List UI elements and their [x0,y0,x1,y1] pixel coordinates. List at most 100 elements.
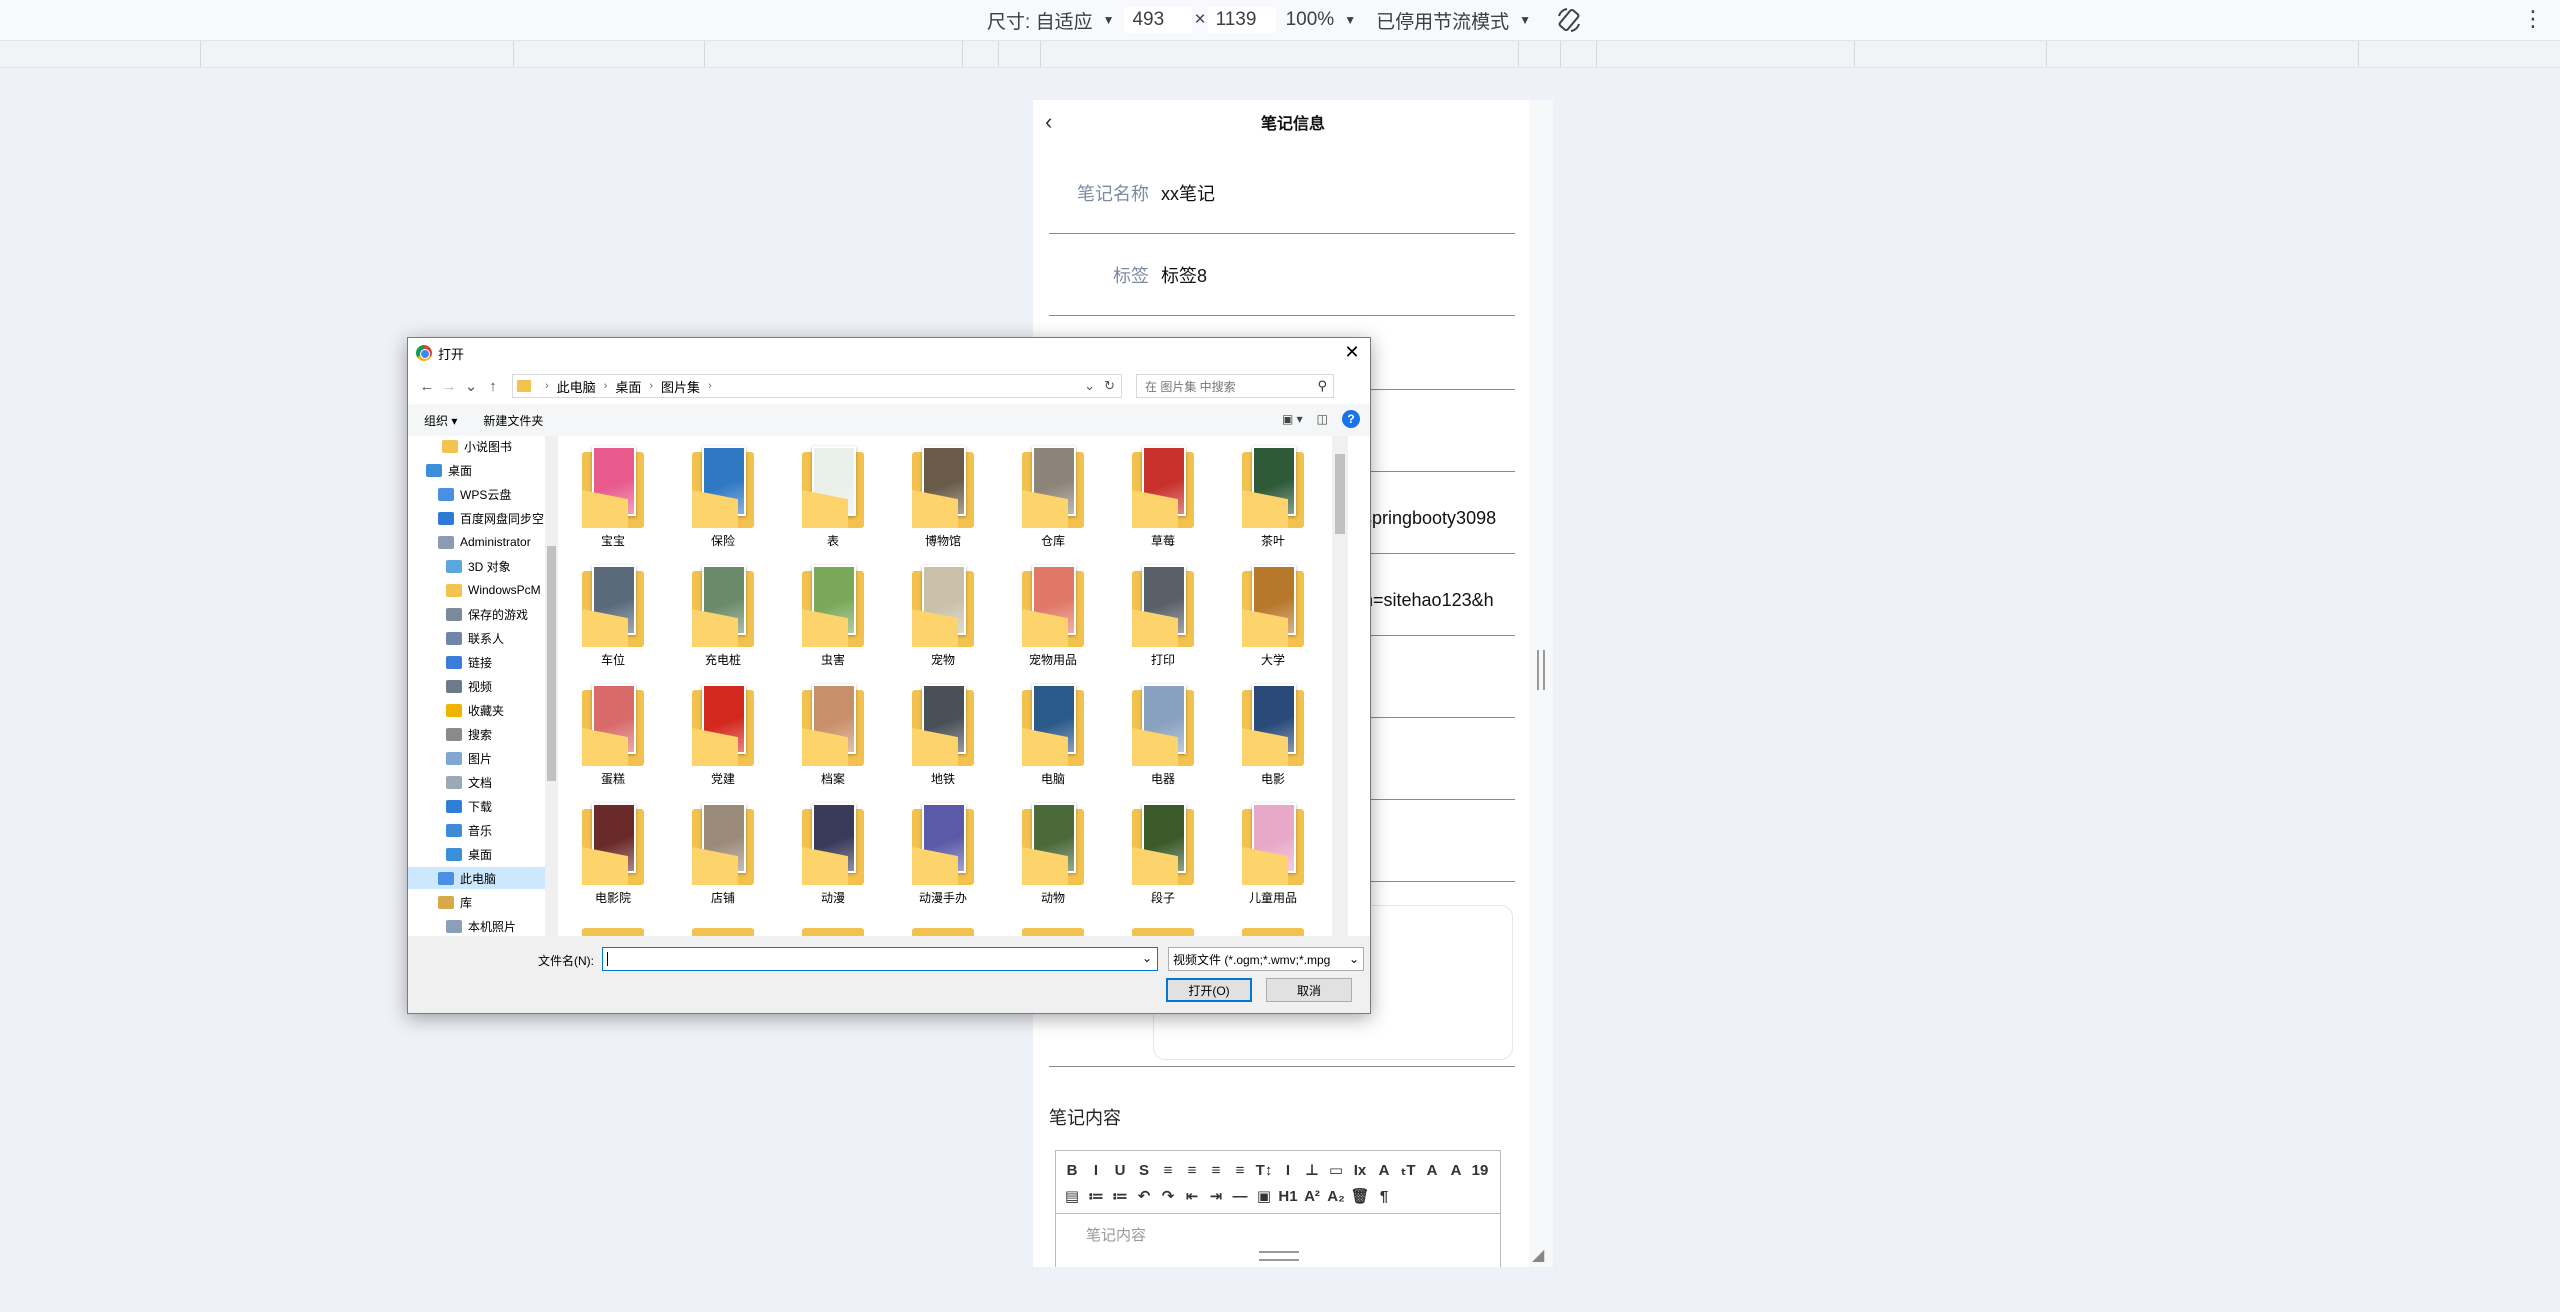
breadcrumb-item[interactable]: 此电脑 [557,377,596,396]
editor-tool-icon[interactable]: 19 [1470,1159,1490,1181]
forward-arrow-icon[interactable]: → [438,378,460,395]
folder-item[interactable] [568,912,658,936]
editor-tool-icon[interactable]: ≔ [1086,1185,1106,1207]
editor-tool-icon[interactable]: ¶ [1374,1185,1394,1207]
recent-dropdown-icon[interactable]: ⌄ [460,377,482,395]
editor-tool-icon[interactable]: ⇥ [1206,1185,1226,1207]
tree-item[interactable]: WPS云盘 [408,483,548,505]
tree-item[interactable]: 百度网盘同步空 [408,507,548,529]
editor-tool-icon[interactable]: T↕ [1254,1159,1274,1181]
folder-item[interactable]: 动漫手办 [898,793,988,913]
open-button[interactable]: 打开(O) [1166,978,1252,1002]
height-input[interactable]: 1139 [1207,7,1276,33]
folder-item[interactable]: 虫害 [788,555,878,675]
preview-pane-icon[interactable]: ◫ [1317,412,1328,426]
grid-scrollbar[interactable] [1332,436,1348,936]
tree-item[interactable]: 桌面 [408,843,548,865]
folder-item[interactable]: 草莓 [1118,436,1208,556]
partial-field-value[interactable]: n=sitehao123&h [1363,590,1523,611]
folder-item[interactable]: 茶叶 [1228,436,1318,556]
folder-item[interactable]: 地铁 [898,674,988,794]
folder-item[interactable]: 博物馆 [898,436,988,556]
rotate-icon[interactable] [1555,6,1583,34]
change-view-icon[interactable]: ▣ ▾ [1282,412,1303,426]
scrollbar-thumb[interactable] [1335,454,1345,534]
folder-item[interactable] [1008,912,1098,936]
editor-tool-icon[interactable]: A² [1302,1185,1322,1207]
breadcrumb-item[interactable]: 桌面 [615,377,641,396]
editor-tool-icon[interactable]: Ix [1350,1159,1370,1181]
chevron-down-icon[interactable]: ⌄ [1084,378,1095,394]
search-input[interactable]: 在 图片集 中搜索 ⚲ [1136,374,1334,398]
folder-item[interactable] [1228,912,1318,936]
new-folder-button[interactable]: 新建文件夹 [483,412,543,429]
note-name-input[interactable]: xx笔记 [1161,180,1215,206]
tree-item[interactable]: WindowsPcM [408,579,548,601]
folder-item[interactable]: 电影 [1228,674,1318,794]
tree-item[interactable]: 联系人 [408,627,548,649]
tree-item[interactable]: 此电脑 [408,867,548,889]
editor-tool-icon[interactable]: ▣ [1254,1185,1274,1207]
folder-item[interactable]: 大学 [1228,555,1318,675]
folder-item[interactable] [898,912,988,936]
scrollbar-thumb[interactable] [547,546,556,781]
folder-item[interactable]: 电影院 [568,793,658,913]
rich-text-editor[interactable]: B I U S ≡ ≡ ≡ ≡ T↕ I ⊥ ▭ Ix AₜT A A 19 ▤ ≔ ≔ ↶ ↷ ⇤ ⇥ — ▣ H1 A² A₂ 🗑 ¶ … [1055,1150,1501,1267]
folder-item[interactable]: 段子 [1118,793,1208,913]
editor-tool-icon[interactable]: ▭ [1326,1159,1346,1181]
tree-item[interactable]: 图片 [408,747,548,769]
editor-tool-icon[interactable]: ▤ [1062,1185,1082,1207]
editor-tool-icon[interactable]: ≡ [1206,1159,1226,1181]
editor-tool-icon[interactable]: I [1278,1159,1298,1181]
folder-item[interactable]: 蛋糕 [568,674,658,794]
folder-item[interactable]: 儿童用品 [1228,793,1318,913]
editor-tool-icon[interactable]: ≡ [1182,1159,1202,1181]
tree-item[interactable]: 链接 [408,651,548,673]
editor-tool-icon[interactable]: ↶ [1134,1185,1154,1207]
cancel-button[interactable]: 取消 [1266,978,1352,1002]
tree-item[interactable]: 桌面 [408,459,548,481]
folder-item[interactable]: 店铺 [678,793,768,913]
tree-item[interactable]: 音乐 [408,819,548,841]
editor-tool-icon[interactable]: 🗑 [1350,1185,1370,1207]
resize-handle-bottom[interactable] [1259,1251,1299,1261]
tree-item[interactable]: 3D 对象 [408,555,548,577]
zoom-dropdown[interactable]: 100% ▼ [1286,9,1357,31]
more-options-icon[interactable]: ⋮ [2522,6,2544,32]
folder-item[interactable]: 表 [788,436,878,556]
tree-item[interactable]: 小说图书 [408,436,548,457]
organize-button[interactable]: 组织 ▾ [424,412,457,429]
filename-input[interactable]: ⌄ [602,947,1158,971]
folder-item[interactable] [788,912,878,936]
folder-item[interactable] [1118,912,1208,936]
back-icon[interactable]: ‹ [1045,109,1052,135]
editor-tool-icon[interactable]: A [1422,1159,1442,1181]
tree-item[interactable]: Administrator [408,531,548,553]
folder-item[interactable]: 车位 [568,555,658,675]
folder-item[interactable]: 宝宝 [568,436,658,556]
folder-item[interactable]: 宠物用品 [1008,555,1098,675]
partial-field-value[interactable]: springbooty3098 [1363,508,1523,529]
editor-tool-icon[interactable]: A₂ [1326,1185,1346,1207]
editor-tool-icon[interactable]: ≡ [1230,1159,1250,1181]
tree-scrollbar[interactable] [545,436,558,936]
tree-item[interactable]: 搜索 [408,723,548,745]
chevron-down-icon[interactable]: ⌄ [1142,951,1152,965]
editor-tool-icon[interactable]: H1 [1278,1185,1298,1207]
folder-item[interactable]: 打印 [1118,555,1208,675]
tree-item[interactable]: 本机照片 [408,915,548,936]
throttle-dropdown[interactable]: 已停用节流模式 ▼ [1376,7,1531,34]
editor-tool-icon[interactable]: ↷ [1158,1185,1178,1207]
editor-tool-icon[interactable]: ⊥ [1302,1159,1322,1181]
editor-tool-icon[interactable]: ≡ [1158,1159,1178,1181]
dimensions-dropdown[interactable]: 尺寸: 自适应 ▼ [987,7,1114,34]
breadcrumb-item[interactable]: 图片集 [661,377,700,396]
editor-tool-icon[interactable]: I [1086,1159,1106,1181]
folder-item[interactable]: 仓库 [1008,436,1098,556]
tree-item[interactable]: 库 [408,891,548,913]
folder-item[interactable]: 电脑 [1008,674,1098,794]
editor-tool-icon[interactable]: A [1374,1159,1394,1181]
folder-item[interactable]: 电器 [1118,674,1208,794]
folder-item[interactable]: 宠物 [898,555,988,675]
editor-tool-icon[interactable]: S [1134,1159,1154,1181]
